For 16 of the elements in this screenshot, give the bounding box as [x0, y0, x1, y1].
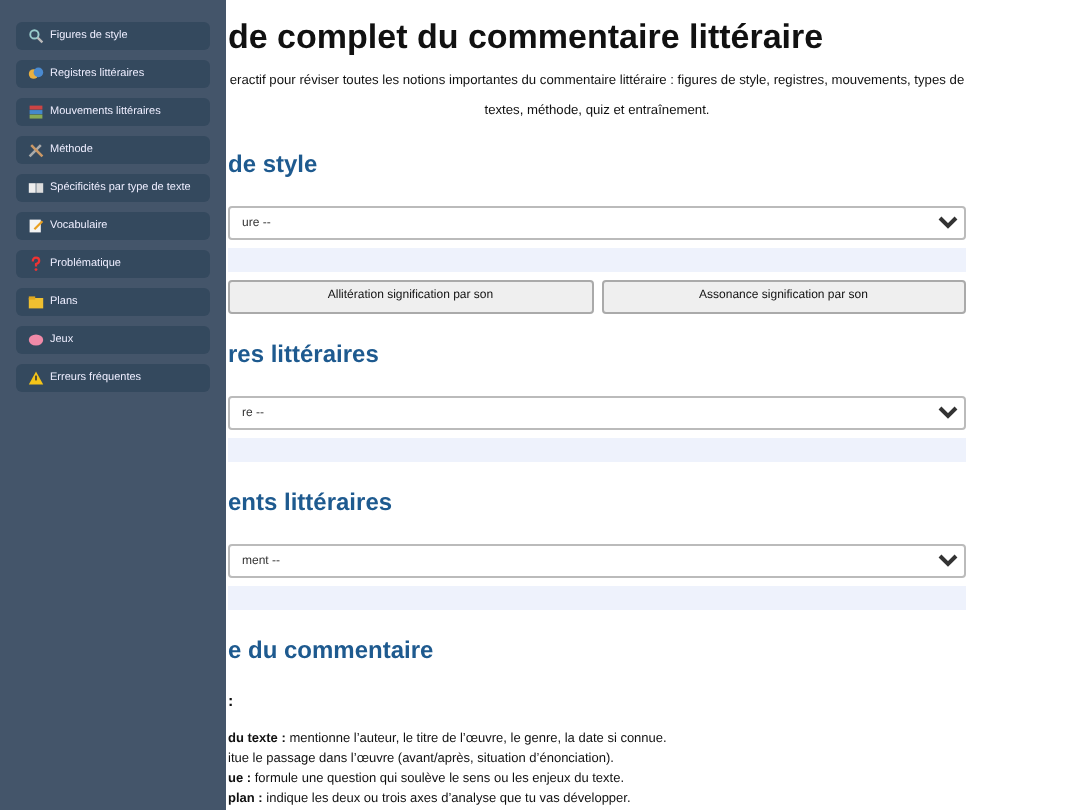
books-icon	[28, 104, 44, 120]
brain-icon	[28, 332, 44, 348]
tools-icon	[28, 142, 44, 158]
section-heading: ents littéraires	[228, 486, 395, 518]
page-title: de complet du commentaire littéraire	[228, 18, 826, 58]
memo-icon	[28, 218, 44, 234]
section-heading: de style	[228, 148, 320, 180]
masks-icon	[28, 66, 44, 82]
section-heading: res littéraires	[228, 338, 381, 370]
book-icon	[28, 180, 44, 196]
section-heading: e du commentaire	[228, 634, 436, 666]
warning-icon	[28, 370, 44, 386]
subheading: :	[228, 692, 236, 712]
folder-icon	[28, 294, 44, 310]
search-icon	[28, 28, 44, 44]
question-icon	[28, 256, 44, 272]
